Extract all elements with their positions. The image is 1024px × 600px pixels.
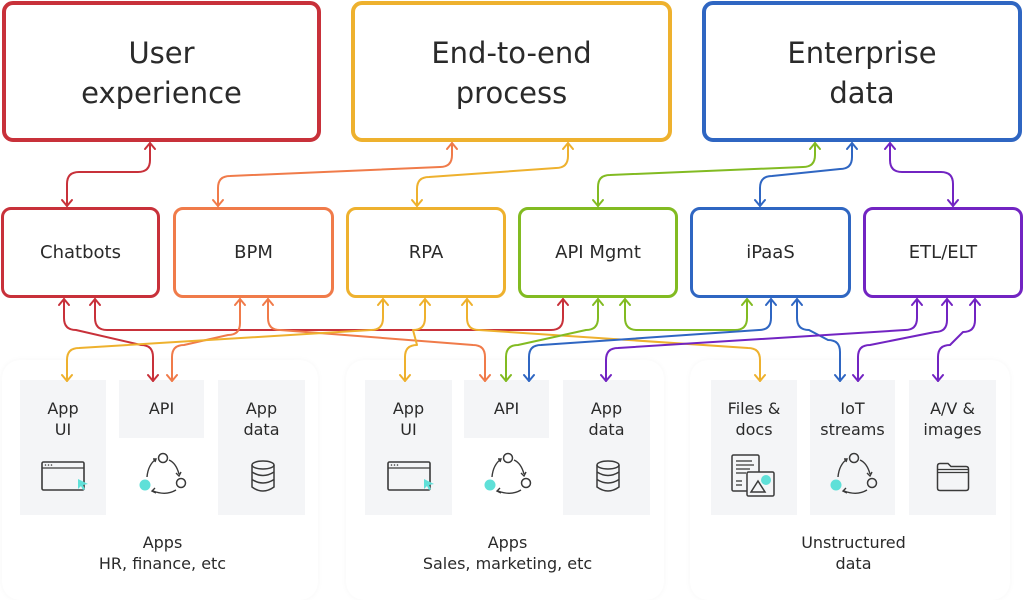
tool-label: iPaaS bbox=[746, 242, 795, 263]
arrowhead bbox=[741, 298, 753, 306]
group-caption: Apps Sales, marketing, etc bbox=[422, 533, 593, 573]
tile-app-data[interactable]: App data bbox=[563, 380, 650, 515]
arrowhead bbox=[592, 298, 604, 306]
cycle-icon bbox=[484, 452, 532, 494]
connector-chatbots-to-apimgmt bbox=[94, 298, 564, 331]
tool-bpm[interactable]: BPM bbox=[173, 207, 334, 298]
tile-api[interactable]: API bbox=[464, 380, 549, 438]
arrowhead bbox=[911, 298, 923, 306]
connector-bpm-to-e2e bbox=[217, 142, 453, 207]
tool-label: ETL/ELT bbox=[908, 242, 978, 263]
tool-label: Chatbots bbox=[40, 242, 121, 263]
tile-api[interactable]: API bbox=[119, 380, 204, 438]
tile-label: App UI bbox=[47, 399, 79, 439]
goal-user-experience[interactable]: User experience bbox=[2, 1, 321, 142]
tile-label: Files & docs bbox=[727, 399, 781, 439]
arrowhead bbox=[58, 298, 70, 306]
tool-api-mgmt[interactable]: API Mgmt bbox=[518, 207, 678, 298]
arrowhead bbox=[446, 142, 458, 150]
tile-label: App data bbox=[588, 399, 625, 439]
arrowhead bbox=[262, 298, 274, 306]
browser-window-icon bbox=[41, 461, 88, 491]
arrowhead bbox=[754, 199, 766, 207]
arrowhead bbox=[61, 199, 73, 207]
group-caption: Apps HR, finance, etc bbox=[98, 533, 227, 573]
goal-label: End-to-end process bbox=[431, 35, 592, 110]
tile-av-images[interactable]: A/V & images bbox=[909, 380, 996, 515]
arrowhead bbox=[791, 298, 803, 306]
arrowhead bbox=[846, 142, 858, 150]
tile-label: API bbox=[148, 399, 175, 418]
connector-rpa-to-e2e bbox=[416, 142, 569, 207]
goal-label: Enterprise data bbox=[787, 35, 937, 110]
arrowhead bbox=[619, 298, 631, 306]
cycle-icon bbox=[139, 452, 187, 494]
tool-label: API Mgmt bbox=[555, 242, 641, 263]
tile-label: API bbox=[493, 399, 520, 418]
arrowhead bbox=[765, 298, 777, 306]
arrowhead bbox=[419, 298, 431, 306]
tile-label: IoT streams bbox=[820, 399, 885, 439]
goal-end-to-end-process[interactable]: End-to-end process bbox=[351, 1, 672, 142]
tile-app-data[interactable]: App data bbox=[218, 380, 305, 515]
arrowhead bbox=[562, 142, 574, 150]
connector-apimgmt-to-ipaas bbox=[624, 298, 748, 331]
database-icon bbox=[251, 460, 275, 492]
tool-ipaas[interactable]: iPaaS bbox=[690, 207, 851, 298]
arrowhead bbox=[89, 298, 101, 306]
group-caption: Unstructured data bbox=[801, 533, 906, 573]
tool-label: RPA bbox=[408, 242, 444, 263]
connector-etl-to-enterprise bbox=[889, 142, 954, 207]
cycle-icon bbox=[830, 452, 878, 494]
tool-etl-elt[interactable]: ETL/ELT bbox=[863, 207, 1023, 298]
database-icon bbox=[596, 460, 620, 492]
arrowhead bbox=[947, 199, 959, 207]
arrowhead bbox=[234, 298, 246, 306]
tile-label: A/V & images bbox=[923, 399, 982, 439]
arrowhead bbox=[557, 298, 569, 306]
goal-label: User experience bbox=[81, 35, 242, 110]
arrowhead bbox=[884, 142, 896, 150]
tool-rpa[interactable]: RPA bbox=[346, 207, 506, 298]
arrowhead bbox=[377, 298, 389, 306]
connector-chatbots-to-ux bbox=[66, 142, 151, 207]
arrowhead bbox=[941, 298, 953, 306]
connector-ipaas-to-enterprise bbox=[759, 142, 853, 207]
connector-apimgmt-to-enterprise bbox=[597, 142, 816, 207]
browser-window-icon bbox=[387, 461, 434, 491]
arrowhead bbox=[212, 199, 224, 207]
arrowhead bbox=[809, 142, 821, 150]
tile-label: App data bbox=[243, 399, 280, 439]
tool-chatbots[interactable]: Chatbots bbox=[1, 207, 160, 298]
arrowhead bbox=[144, 142, 156, 150]
folder-icon bbox=[936, 462, 970, 492]
tile-label: App UI bbox=[392, 399, 425, 439]
arrowhead bbox=[969, 298, 981, 306]
goal-enterprise-data[interactable]: Enterprise data bbox=[702, 1, 1022, 142]
document-image-icon bbox=[731, 454, 775, 497]
arrowhead bbox=[592, 199, 604, 207]
tool-label: BPM bbox=[234, 242, 273, 263]
arrowhead bbox=[411, 199, 423, 207]
arrowhead bbox=[461, 298, 473, 306]
